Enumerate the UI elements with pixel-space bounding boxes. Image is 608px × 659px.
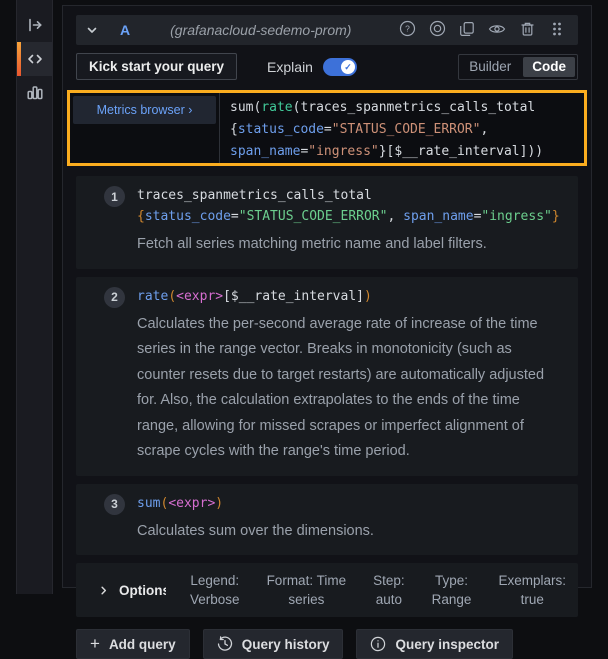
code-mode-button[interactable]: Code xyxy=(523,57,575,77)
record-button[interactable] xyxy=(426,19,448,41)
explain-row-1: 1 traces_spanmetrics_calls_total {status… xyxy=(76,176,578,269)
left-toolbar xyxy=(16,0,53,594)
code-line: span_name="ingress"}[$__rate_interval])) xyxy=(230,141,584,163)
step-description: Fetch all series matching metric name an… xyxy=(137,232,560,258)
info-circle-icon xyxy=(370,636,386,652)
step-number-badge: 2 xyxy=(104,287,125,308)
record-icon xyxy=(429,20,446,40)
step-number-badge: 1 xyxy=(104,186,125,207)
query-row-header[interactable]: A (grafanacloud-sedemo-prom) ? xyxy=(76,15,578,45)
query-inspector-button[interactable]: Query inspector xyxy=(356,629,513,659)
datasource-name: (grafanacloud-sedemo-prom) xyxy=(170,22,351,38)
drag-handle-icon xyxy=(551,21,563,40)
code-line: rate(<expr>[$__rate_interval]) xyxy=(137,286,564,307)
chevron-down-icon xyxy=(86,24,98,36)
explain-label: Explain xyxy=(267,59,313,75)
options-label: Options xyxy=(119,583,166,598)
code-line: traces_spanmetrics_calls_total xyxy=(137,185,560,206)
explain-toggle[interactable]: ✓ xyxy=(323,58,357,76)
help-button[interactable]: ? xyxy=(396,19,418,41)
toggle-check-icon: ✓ xyxy=(341,60,355,74)
explain-row-3: 3 sum(<expr>) Calculates sum over the di… xyxy=(76,484,578,556)
option-legend: Legend:Verbose xyxy=(190,571,240,609)
eye-icon xyxy=(488,22,506,39)
query-history-button[interactable]: Query history xyxy=(203,629,344,659)
explain-row-2: 2 rate(<expr>[$__rate_interval]) Calcula… xyxy=(76,277,578,476)
editor-mode-switch: Builder Code xyxy=(458,54,578,80)
promql-code-editor[interactable]: sum(rate(traces_spanmetrics_calls_total … xyxy=(220,93,584,163)
query-actions: ? xyxy=(396,19,568,41)
remove-query-button[interactable] xyxy=(516,19,538,41)
code-view-button[interactable] xyxy=(17,42,52,76)
active-indicator xyxy=(17,42,21,76)
duplicate-icon xyxy=(459,21,475,40)
bar-chart-icon xyxy=(26,84,44,102)
help-icon: ? xyxy=(399,20,416,40)
metrics-browser-button[interactable]: Metrics browser › xyxy=(73,96,216,124)
query-editor-panel: A (grafanacloud-sedemo-prom) ? xyxy=(62,5,592,588)
code-line: {status_code="STATUS_CODE_ERROR", span_n… xyxy=(137,206,560,227)
query-ref-id: A xyxy=(120,22,130,38)
drag-handle[interactable] xyxy=(546,19,568,41)
query-footer: + Add query Query history xyxy=(76,629,578,659)
duplicate-query-button[interactable] xyxy=(456,19,478,41)
query-toolbar: Kick start your query Explain ✓ Builder … xyxy=(76,53,578,80)
options-summary: Legend:Verbose Format: Timeseries Step:a… xyxy=(190,571,566,609)
code-icon xyxy=(26,50,44,68)
svg-text:?: ? xyxy=(405,24,410,34)
option-type: Type:Range xyxy=(432,571,472,609)
option-exemplars: Exemplars:true xyxy=(498,571,566,609)
metrics-browser-column: Metrics browser › xyxy=(70,93,220,163)
code-line: sum(<expr>) xyxy=(137,493,374,514)
builder-mode-button[interactable]: Builder xyxy=(459,55,521,79)
kick-start-query-button[interactable]: Kick start your query xyxy=(76,53,237,80)
expand-pane-icon xyxy=(26,16,44,34)
options-collapsed-row[interactable]: Options Legend:Verbose Format: Timeserie… xyxy=(76,563,578,617)
code-line: sum(rate(traces_spanmetrics_calls_total xyxy=(230,97,584,119)
visualization-button[interactable] xyxy=(17,76,52,110)
step-description: Calculates sum over the dimensions. xyxy=(137,519,374,545)
query-editor-highlight: Metrics browser › sum(rate(traces_spanme… xyxy=(67,90,587,166)
toggle-visibility-button[interactable] xyxy=(486,19,508,41)
plus-icon: + xyxy=(90,635,100,652)
add-query-button[interactable]: + Add query xyxy=(76,629,190,659)
step-number-badge: 3 xyxy=(104,494,125,515)
code-line: {status_code="STATUS_CODE_ERROR", xyxy=(230,119,584,141)
option-step: Step:auto xyxy=(373,571,405,609)
option-format: Format: Timeseries xyxy=(267,571,347,609)
trash-icon xyxy=(520,21,535,40)
expand-pane-button[interactable] xyxy=(17,8,52,42)
history-icon xyxy=(217,636,233,652)
step-description: Calculates the per-second average rate o… xyxy=(137,312,564,465)
